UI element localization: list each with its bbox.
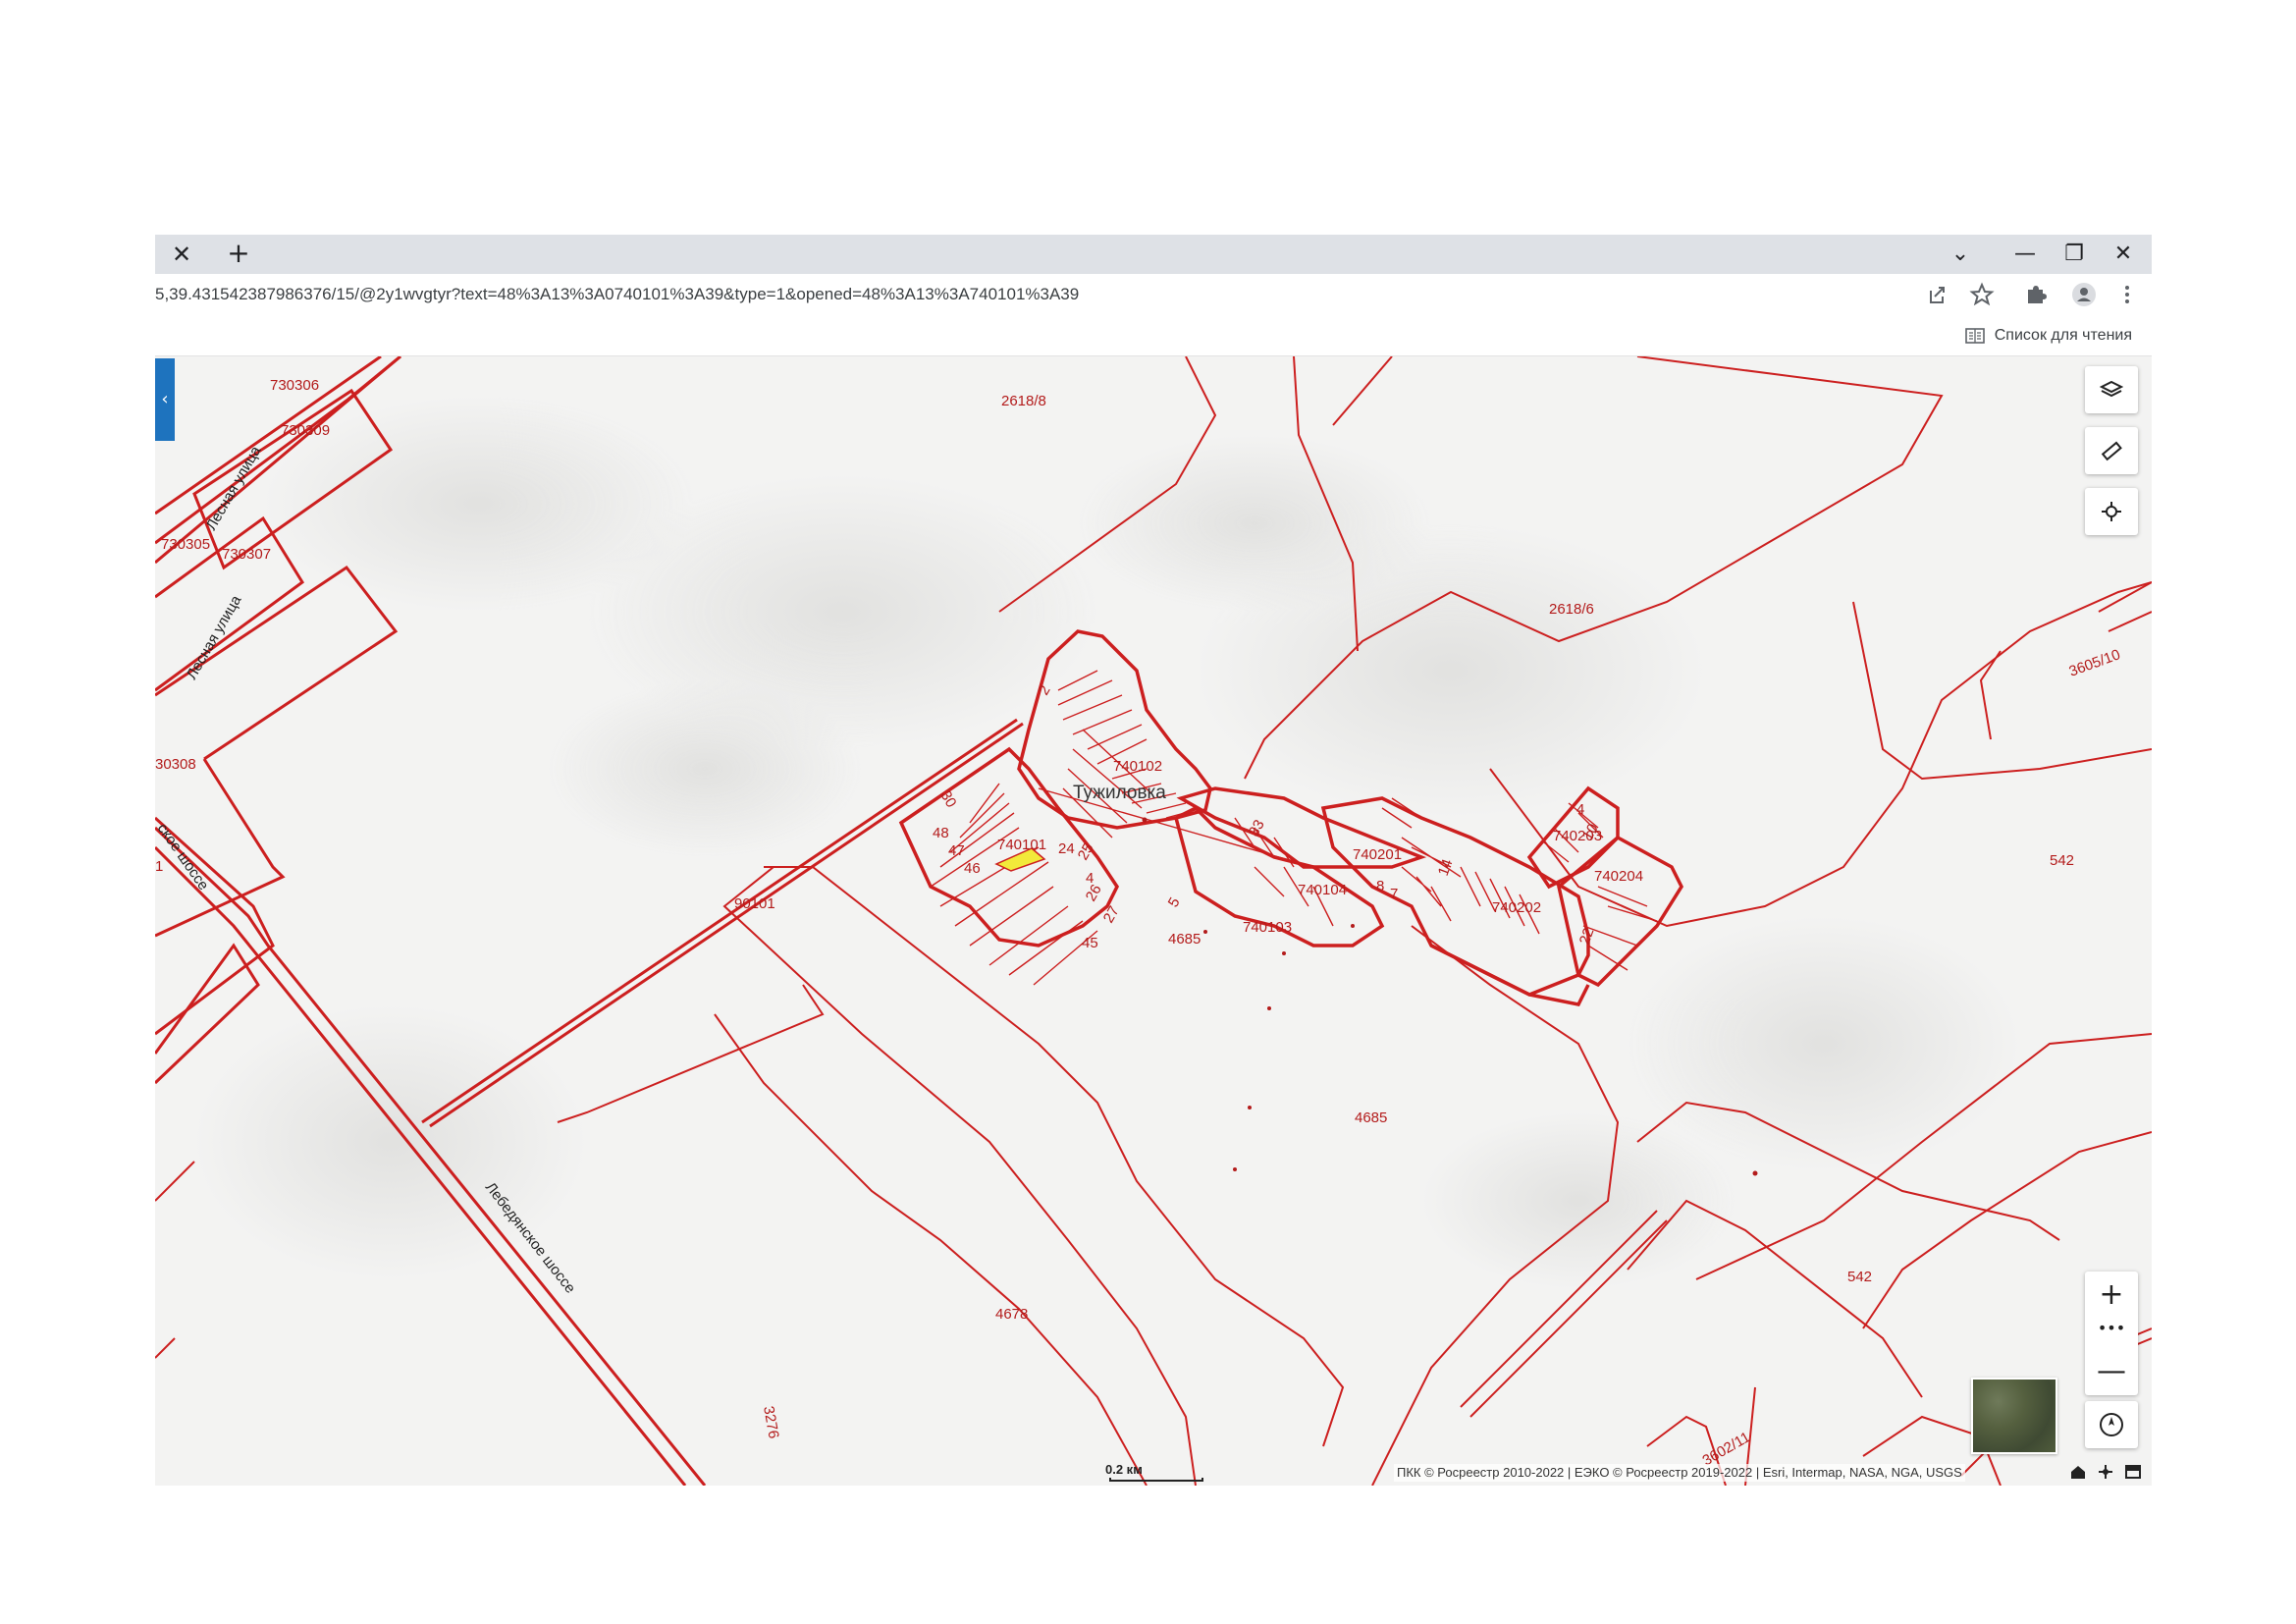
parcel-4b: 4 — [1576, 801, 1584, 818]
parcel-7: 7 — [1390, 886, 1398, 902]
tab-close-icon[interactable]: ✕ — [169, 241, 194, 268]
fullscreen-icon[interactable] — [2122, 1462, 2144, 1482]
zoom-more-button[interactable]: ••• — [2085, 1319, 2138, 1338]
label-740103: 740103 — [1243, 919, 1292, 936]
reading-list-label: Список для чтения — [1994, 327, 2132, 344]
reading-list-button[interactable]: Список для чтения — [1964, 325, 2132, 347]
parcel-27: 27 — [1100, 903, 1123, 926]
basemap-switcher[interactable] — [1971, 1378, 2057, 1454]
address-bar: 5,39.431542387986376/15/@2y1wvgtyr?text=… — [155, 274, 2152, 315]
extensions-icon[interactable] — [2020, 282, 2050, 307]
label-90101: 90101 — [734, 895, 775, 912]
label-740202: 740202 — [1492, 899, 1541, 916]
label-740204: 740204 — [1594, 868, 1643, 885]
side-panel-toggle[interactable]: ‹ — [155, 358, 175, 441]
label-2618-6: 2618/6 — [1549, 601, 1594, 618]
compass-button[interactable] — [2085, 1401, 2138, 1448]
parcel-22: 22 — [1576, 926, 1598, 947]
locate-icon — [2102, 502, 2121, 521]
label-542-a: 542 — [2050, 852, 2074, 869]
label-4678: 4678 — [995, 1306, 1028, 1323]
parcel-8: 8 — [1376, 878, 1384, 894]
browser-window: ✕ + ⌄ — ❐ ✕ 5,39.431542387986376/15/@2y1… — [155, 235, 2152, 1486]
scale-label: 0.2 км — [1105, 1462, 1143, 1477]
label-542-b: 542 — [1847, 1269, 1872, 1285]
ruler-icon — [2101, 441, 2122, 461]
label-1: 1 — [155, 858, 163, 875]
kebab-menu-icon[interactable] — [2112, 282, 2142, 307]
locate-button[interactable] — [2085, 488, 2138, 535]
label-730306: 730306 — [270, 377, 319, 394]
label-730309: 730309 — [281, 422, 330, 439]
parcel-45: 45 — [1082, 935, 1098, 951]
close-window-button[interactable]: ✕ — [2107, 239, 2140, 270]
scale-bar — [1109, 1478, 1203, 1482]
terrain-relief — [194, 396, 2020, 1289]
home-icon[interactable] — [2067, 1462, 2089, 1482]
profile-icon[interactable] — [2069, 282, 2099, 307]
parcel-24: 24 — [1058, 840, 1075, 857]
zoom-in-button[interactable]: + — [2085, 1275, 2138, 1315]
crosshair-icon[interactable] — [2095, 1462, 2116, 1482]
label-2618-8: 2618/8 — [1001, 393, 1046, 409]
label-4685-b: 4685 — [1355, 1110, 1387, 1126]
place-name: Тужиловка — [1073, 783, 1166, 803]
tab-search-button[interactable]: ⌄ — [1944, 239, 1977, 270]
layers-button[interactable] — [2085, 366, 2138, 413]
tab-strip: ✕ + ⌄ — ❐ ✕ — [155, 235, 2152, 274]
street-lesnaya-1: Лесная улица — [203, 443, 265, 533]
label-30308: 30308 — [155, 756, 196, 773]
parcel-25: 25 — [1075, 840, 1097, 863]
ruler-button[interactable] — [2085, 427, 2138, 474]
new-tab-button[interactable]: + — [224, 239, 253, 268]
parcel-47: 47 — [948, 842, 965, 859]
zoom-controls: + ••• — — [2085, 1272, 2138, 1395]
reading-list-icon — [1964, 328, 1985, 344]
label-3276: 3276 — [760, 1405, 782, 1440]
label-730307: 730307 — [222, 546, 271, 563]
map-attribution: ПКК © Росреестр 2010-2022 | ЕЭКО © Росре… — [1394, 1464, 1965, 1482]
star-icon[interactable] — [1967, 282, 1997, 307]
zoom-out-button[interactable]: — — [2085, 1352, 2138, 1391]
label-740201: 740201 — [1353, 846, 1402, 863]
label-3605-10: 3605/10 — [2067, 646, 2123, 680]
url-field[interactable]: 5,39.431542387986376/15/@2y1wvgtyr?text=… — [155, 284, 1079, 305]
label-730305: 730305 — [161, 536, 210, 553]
restore-button[interactable]: ❐ — [2057, 239, 2091, 270]
parcel-30: 30 — [937, 788, 960, 811]
bookmarks-bar: Список для чтения — [155, 315, 2152, 356]
label-740101: 740101 — [997, 837, 1046, 853]
street-lesnaya-2: Лесная улица — [184, 592, 245, 682]
parcel-46: 46 — [964, 860, 981, 877]
minimize-button[interactable]: — — [2008, 239, 2042, 270]
parcel-48: 48 — [933, 825, 949, 841]
parcel-5: 5 — [1165, 894, 1184, 910]
compass-icon — [2100, 1413, 2123, 1436]
label-740104: 740104 — [1298, 882, 1347, 898]
map-canvas[interactable]: 730306 730309 730305 730307 30308 1 2618… — [155, 356, 2152, 1486]
label-740102: 740102 — [1113, 758, 1162, 775]
layers-icon — [2100, 380, 2123, 398]
share-icon[interactable] — [1922, 282, 1951, 307]
label-4685-a: 4685 — [1168, 931, 1201, 947]
cadastral-map[interactable]: 730306 730309 730305 730307 30308 1 2618… — [155, 356, 2152, 1486]
